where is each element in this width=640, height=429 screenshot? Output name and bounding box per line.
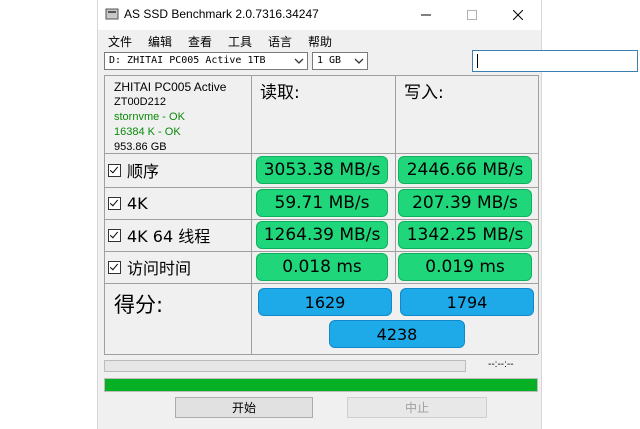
checkbox-checked-icon [108, 196, 121, 210]
menu-help[interactable]: 帮助 [308, 33, 332, 50]
menu-language[interactable]: 语言 [268, 33, 292, 50]
seq-read-value: 3053.38 MB/s [256, 156, 388, 184]
drive-model: ZHITAI PC005 Active [114, 80, 227, 94]
size-select-value: 1 GB [317, 55, 342, 66]
4k-write-value: 207.39 MB/s [398, 189, 532, 217]
write-column-header: 写入: [404, 83, 444, 103]
close-icon [513, 10, 523, 20]
read-column-header: 读取: [260, 83, 300, 103]
text-caret [477, 54, 478, 68]
grid-line [395, 75, 396, 283]
drive-capacity: 953.86 GB [114, 141, 167, 153]
driver-status: stornvme - OK [114, 111, 185, 123]
test-seq-label: 顺序 [127, 162, 160, 181]
4k-read-value: 59.71 MB/s [256, 189, 388, 217]
test-4k64-checkbox[interactable]: 4K 64 线程 [108, 223, 210, 247]
grid-line [104, 75, 105, 354]
test-seq-checkbox[interactable]: 顺序 [108, 158, 159, 182]
title-bar: AS SSD Benchmark 2.0.7316.34247 [98, 0, 541, 30]
test-4k-checkbox[interactable]: 4K [108, 191, 148, 215]
menu-bar: 文件 编辑 查看 工具 语言 帮助 [98, 30, 541, 50]
text-input[interactable] [472, 50, 638, 72]
write-score: 1794 [400, 288, 534, 316]
grid-line [251, 75, 252, 354]
size-select[interactable]: 1 GB [312, 52, 368, 70]
app-window: AS SSD Benchmark 2.0.7316.34247 文件 编辑 查看… [98, 0, 638, 429]
score-label: 得分: [114, 293, 164, 317]
grid-line [104, 75, 538, 76]
drive-firmware: ZT00D212 [114, 96, 166, 108]
minimize-button[interactable] [403, 0, 449, 30]
maximize-icon [467, 10, 477, 20]
checkbox-checked-icon [108, 228, 121, 242]
minimize-icon [421, 14, 431, 16]
4k64-write-value: 1342.25 MB/s [398, 221, 532, 249]
access-read-value: 0.018 ms [256, 253, 388, 281]
menu-tools[interactable]: 工具 [228, 33, 252, 50]
drive-info: ZHITAI PC005 Active ZT00D212 stornvme - … [114, 80, 226, 155]
menu-file[interactable]: 文件 [108, 33, 132, 50]
test-access-label: 访问时间 [127, 259, 192, 278]
total-score: 4238 [329, 320, 465, 348]
menu-view[interactable]: 查看 [188, 33, 212, 50]
app-icon [105, 8, 119, 20]
checkbox-checked-icon [108, 163, 121, 177]
overall-progress-bar [104, 378, 538, 392]
4k64-read-value: 1264.39 MB/s [256, 221, 388, 249]
access-write-value: 0.019 ms [398, 253, 532, 281]
grid-line [104, 219, 538, 220]
start-button[interactable]: 开始 [175, 397, 313, 418]
seq-write-value: 2446.66 MB/s [398, 156, 532, 184]
chevron-down-icon [354, 58, 364, 64]
close-button[interactable] [495, 0, 541, 30]
chevron-down-icon [294, 58, 304, 64]
test-access-checkbox[interactable]: 访问时间 [108, 255, 191, 279]
test-4k64-label: 4K 64 线程 [127, 227, 211, 246]
grid-line [538, 75, 539, 354]
overall-progress-fill [105, 379, 537, 391]
test-progress-bar [104, 360, 466, 372]
drive-select[interactable]: D: ZHITAI PC005 Active 1TB [104, 52, 308, 70]
grid-line [104, 283, 538, 284]
stop-button[interactable]: 中止 [347, 397, 487, 418]
grid-line [104, 251, 538, 252]
grid-line [104, 354, 538, 355]
read-score: 1629 [258, 288, 392, 316]
test-4k-label: 4K [127, 193, 148, 213]
menu-edit[interactable]: 编辑 [148, 33, 172, 50]
drive-select-value: D: ZHITAI PC005 Active 1TB [109, 55, 266, 66]
window-title: AS SSD Benchmark 2.0.7316.34247 [124, 7, 319, 21]
grid-line [104, 187, 538, 188]
alignment-status: 16384 K - OK [114, 126, 181, 138]
checkbox-checked-icon [108, 260, 121, 274]
elapsed-time: --:--:-- [488, 359, 514, 370]
maximize-button[interactable] [449, 0, 495, 30]
